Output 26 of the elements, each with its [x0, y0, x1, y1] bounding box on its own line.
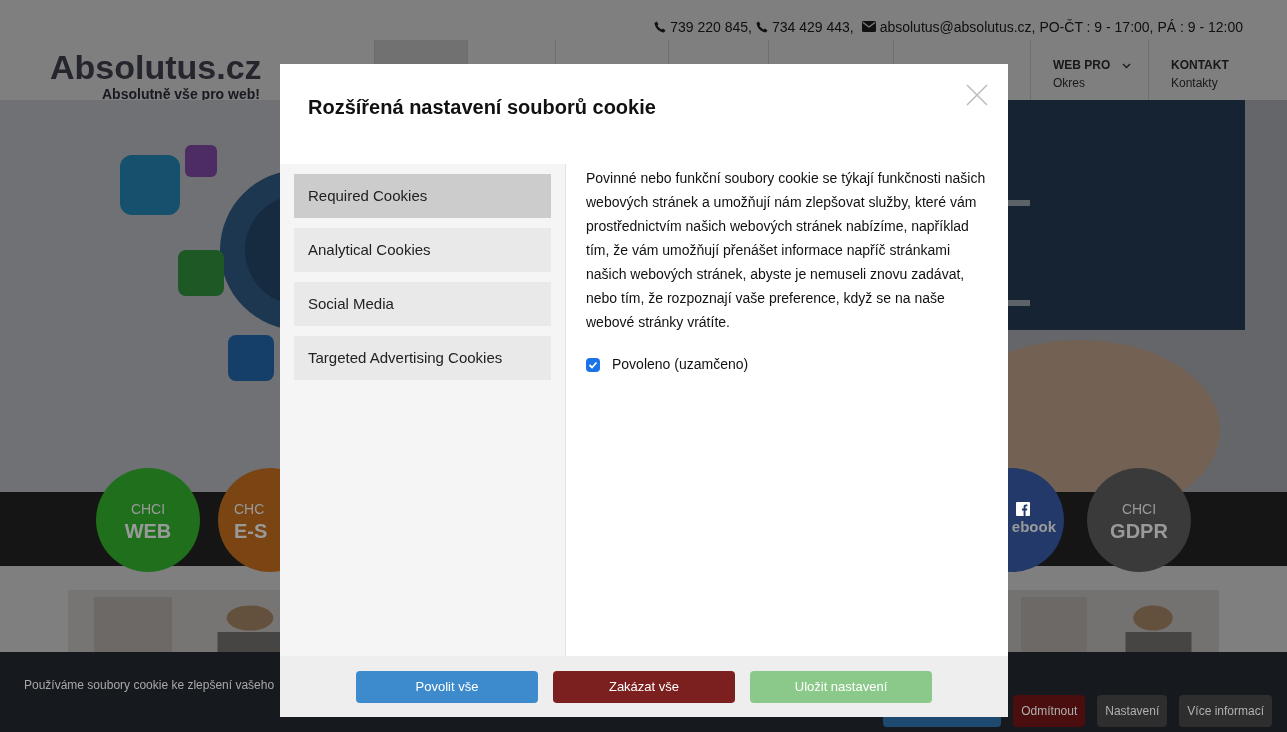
cookie-bar-button[interactable]: Nastavení [1097, 695, 1168, 727]
checkbox[interactable] [586, 357, 600, 372]
category-description: Povinné nebo funkční soubory cookie se týkají funkčnosti našich webových stránek a umožňují nám zlepšovat služby, které vám prostřednictvím našich webových stránek nabízíme, například tím, že vám umožňují přenášet informace napříč stránkami našich webových stránek, abyste je nemuseli znovu zadávat, nebo tím, že rozpoznají vaše preference, když se na naše webové stránky vrátíte. [586, 169, 987, 332]
phone-number: 734 429 443, [771, 18, 854, 37]
cookie-notice: Používáme soubory cookie ke zlepšení vašeho [24, 678, 275, 692]
logo-tagline: Absolutně vše pro web! [101, 85, 261, 104]
dialog-button[interactable]: Povolit vše [356, 670, 538, 703]
mail-icon [861, 21, 876, 32]
checkbox-label: Povoleno (uzamčeno) [612, 355, 749, 374]
chevron-down-icon [1122, 63, 1132, 69]
category-tab[interactable]: Required Cookies [294, 174, 551, 218]
contact-info: absolutus@absolutus.cz, PO-ČT : 9 - 17:00, PÁ : 9 - 12:00 [879, 18, 1243, 37]
category-tab[interactable]: Social Media [294, 282, 551, 326]
category-tab[interactable]: Analytical Cookies [294, 228, 551, 272]
logo-text: Absolutus.cz [50, 50, 263, 84]
cookie-bar-button[interactable]: Více informací [1179, 695, 1272, 727]
category-tab[interactable]: Targeted Advertising Cookies [294, 336, 551, 380]
phone-number: 739 220 845, [670, 18, 752, 37]
phone-icon [755, 21, 768, 33]
phone-icon [654, 21, 667, 33]
dialog-button[interactable]: Zakázat vše [553, 670, 735, 703]
cookie-bar-button[interactable]: Odmítnout [1013, 695, 1086, 727]
dialog-title: Rozšířená nastavení souborů cookie [308, 95, 656, 120]
check-icon [588, 359, 598, 370]
category-button[interactable]: CHCI GDPR [1087, 468, 1191, 572]
facebook-icon [1016, 502, 1030, 516]
